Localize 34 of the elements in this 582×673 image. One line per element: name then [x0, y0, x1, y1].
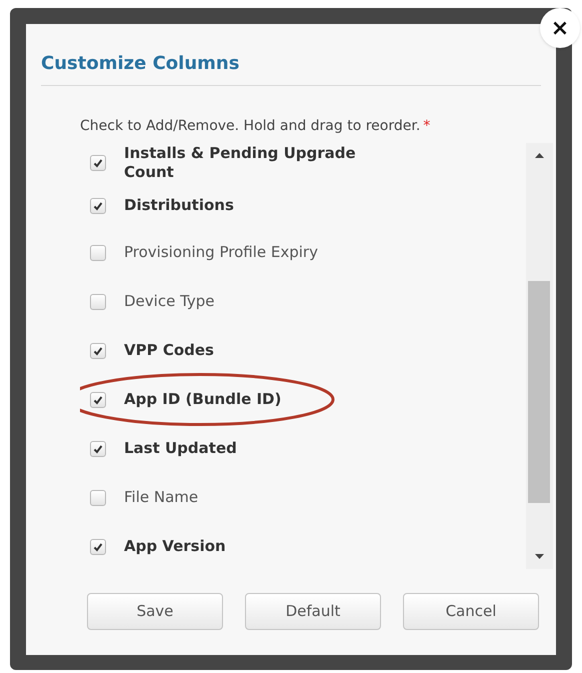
checkbox[interactable] [90, 538, 106, 554]
dialog-title: Customize Columns [41, 53, 240, 74]
checkmark-icon [93, 542, 103, 552]
checkmark-icon [93, 200, 103, 210]
checkbox[interactable] [90, 198, 106, 214]
column-label: Distributions [124, 196, 234, 215]
checkbox[interactable] [90, 490, 106, 506]
scroll-up-icon[interactable] [535, 153, 544, 158]
dialog-button[interactable]: Save [87, 593, 223, 630]
checkmark-icon [93, 346, 103, 356]
checkbox[interactable] [90, 155, 106, 171]
column-label: Installs & Pending Upgrade Count [124, 144, 357, 182]
checkbox[interactable] [90, 440, 106, 456]
instruction-text: Check to Add/Remove. Hold and drag to reorder. [80, 117, 420, 136]
column-label: Provisioning Profile Expiry [124, 243, 318, 262]
checkbox[interactable] [90, 342, 106, 358]
checkmark-icon [93, 158, 103, 168]
checkbox[interactable] [90, 392, 106, 408]
column-label: App ID (Bundle ID) [124, 390, 282, 409]
column-label: File Name [124, 488, 198, 507]
dialog-button[interactable]: Cancel [403, 593, 539, 630]
checkmark-icon [93, 444, 103, 454]
column-label: App Version [124, 537, 226, 556]
checkbox[interactable] [90, 294, 106, 310]
checkbox[interactable] [90, 244, 106, 260]
scroll-down-icon[interactable] [535, 554, 544, 559]
required-mark: * [423, 117, 430, 136]
dialog-button[interactable]: Default [245, 593, 381, 630]
checkmark-icon [93, 394, 103, 404]
column-label: Device Type [124, 292, 215, 311]
column-label: Last Updated [124, 439, 237, 458]
scrollbar[interactable] [526, 143, 553, 569]
scrollbar-thumb[interactable] [528, 281, 550, 503]
column-label: VPP Codes [124, 341, 214, 360]
